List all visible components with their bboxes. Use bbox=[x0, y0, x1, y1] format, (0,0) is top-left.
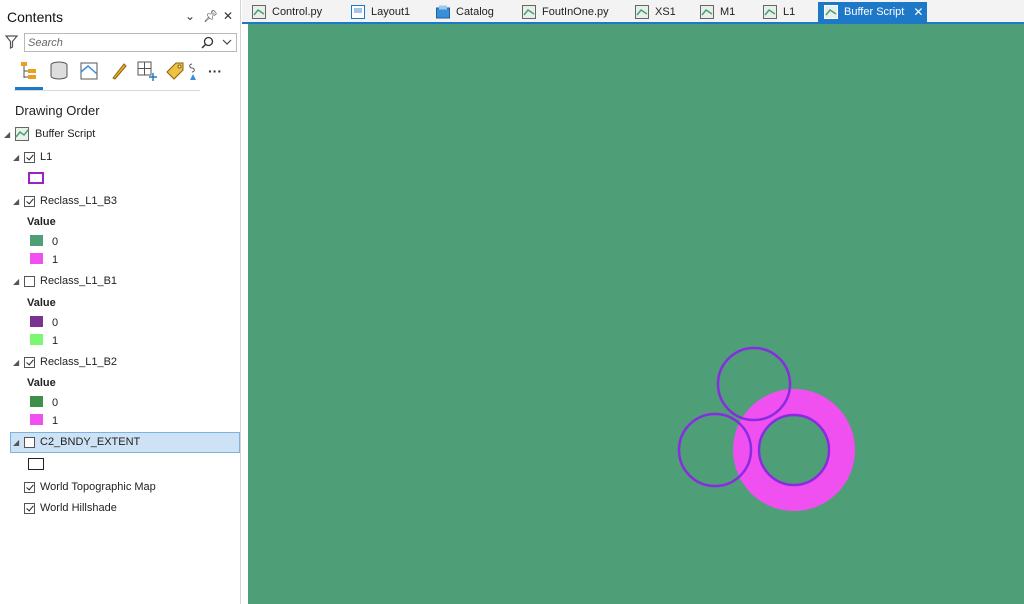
search-box bbox=[24, 33, 237, 52]
class-swatch[interactable] bbox=[30, 316, 43, 327]
layer-name: World Topographic Map bbox=[40, 481, 156, 493]
list-by-source-icon[interactable] bbox=[48, 60, 70, 82]
expand-triangle-icon[interactable]: ◢ bbox=[13, 197, 21, 206]
expand-triangle-icon[interactable]: ◢ bbox=[13, 153, 21, 162]
value-heading: Value bbox=[27, 297, 56, 309]
layer-name: World Hillshade bbox=[40, 502, 117, 514]
drawing-order-heading: Drawing Order bbox=[15, 103, 100, 118]
list-by-editing-icon[interactable] bbox=[108, 60, 130, 82]
map-icon bbox=[700, 5, 714, 19]
expand-triangle-icon[interactable]: ◢ bbox=[13, 438, 21, 447]
layer-visibility-checkbox[interactable] bbox=[24, 436, 35, 448]
list-by-drawing-order-icon[interactable] bbox=[18, 60, 40, 82]
map-icon bbox=[635, 5, 649, 19]
layer-name: Reclass_L1_B2 bbox=[40, 356, 118, 368]
layer-row-world-topographic[interactable]: World Topographic Map bbox=[24, 478, 156, 496]
class-label: 1 bbox=[52, 335, 59, 347]
class-label: 0 bbox=[52, 236, 59, 248]
tab-label: FoutInOne.py bbox=[542, 6, 609, 18]
map-icon bbox=[15, 127, 29, 141]
tab-label: M1 bbox=[720, 6, 736, 18]
layer-row-l1[interactable]: ◢ L1 bbox=[13, 148, 52, 166]
map-icon bbox=[763, 5, 777, 19]
contents-pane: Contents ⌄ 📌︎ ✕ Search ··· Drawing Order… bbox=[0, 0, 241, 604]
class-label: 0 bbox=[52, 397, 59, 409]
map-node[interactable]: ◢ Buffer Script bbox=[4, 125, 95, 143]
search-icon[interactable] bbox=[201, 36, 214, 49]
list-by-snapping-icon[interactable] bbox=[136, 60, 158, 82]
layer-visibility-checkbox[interactable] bbox=[24, 356, 35, 368]
more-options-icon[interactable]: ··· bbox=[208, 63, 222, 79]
python-script-icon bbox=[252, 5, 266, 19]
tab-label: Control.py bbox=[272, 6, 323, 18]
close-icon[interactable]: ✕ bbox=[222, 8, 234, 24]
tab-foutinone-py[interactable]: FoutInOne.py bbox=[522, 2, 609, 22]
tab-layout1[interactable]: Layout1 bbox=[351, 2, 410, 22]
list-by-selection-icon[interactable] bbox=[78, 60, 100, 82]
class-swatch[interactable] bbox=[30, 396, 43, 407]
class-label: 1 bbox=[52, 254, 59, 266]
class-swatch[interactable] bbox=[30, 414, 43, 425]
tab-label: Buffer Script bbox=[844, 6, 905, 18]
expand-triangle-icon[interactable]: ◢ bbox=[4, 130, 12, 139]
map-view[interactable] bbox=[248, 24, 1024, 604]
pane-controls: ⌄ 📌︎ ✕ bbox=[184, 8, 234, 24]
layer-name: L1 bbox=[40, 151, 53, 163]
layer-name: C2_BNDY_EXTENT bbox=[40, 436, 141, 448]
pin-icon[interactable]: 📌︎ bbox=[203, 8, 218, 24]
map-name: Buffer Script bbox=[35, 128, 96, 140]
list-by-labeling-icon[interactable] bbox=[164, 60, 186, 82]
tab-label: XS1 bbox=[655, 6, 676, 18]
tab-m1[interactable]: M1 bbox=[700, 2, 735, 22]
layer-visibility-checkbox[interactable] bbox=[24, 275, 35, 287]
tab-l1[interactable]: L1 bbox=[763, 2, 795, 22]
chevron-down-icon[interactable] bbox=[222, 37, 232, 47]
layer-visibility-checkbox[interactable] bbox=[24, 195, 35, 207]
map-canvas[interactable] bbox=[248, 24, 1024, 604]
layer-name: Reclass_L1_B3 bbox=[40, 195, 118, 207]
class-label: 1 bbox=[52, 415, 59, 427]
tab-control-py[interactable]: Control.py bbox=[252, 2, 322, 22]
pane-title: Contents bbox=[7, 9, 64, 25]
buffer-ring-center[interactable] bbox=[757, 413, 831, 487]
symbol-swatch[interactable] bbox=[28, 458, 44, 470]
layout-icon bbox=[351, 5, 365, 19]
layer-visibility-checkbox[interactable] bbox=[24, 151, 35, 163]
expand-triangle-icon[interactable]: ◢ bbox=[13, 277, 21, 286]
layer-visibility-checkbox[interactable] bbox=[24, 481, 35, 493]
tab-label: Layout1 bbox=[371, 6, 411, 18]
tab-buffer-script[interactable]: Buffer Script ✕ bbox=[818, 2, 928, 22]
symbol-swatch[interactable] bbox=[28, 172, 44, 184]
expand-triangle-icon[interactable]: ◢ bbox=[13, 358, 21, 367]
value-heading: Value bbox=[27, 216, 56, 228]
catalog-icon bbox=[436, 5, 450, 19]
tab-label: L1 bbox=[783, 6, 796, 18]
contents-toolbar: ··· bbox=[14, 60, 234, 90]
layer-name: Reclass_L1_B1 bbox=[40, 275, 118, 287]
layer-row-c2-bndy-extent[interactable]: ◢ C2_BNDY_EXTENT bbox=[13, 433, 140, 451]
chevron-down-icon[interactable]: ⌄ bbox=[184, 8, 196, 24]
filter-icon[interactable] bbox=[5, 35, 18, 49]
python-script-icon bbox=[522, 5, 536, 19]
layer-row-reclass-b2[interactable]: ◢ Reclass_L1_B2 bbox=[13, 353, 117, 371]
search-input[interactable] bbox=[28, 35, 198, 50]
layer-visibility-checkbox[interactable] bbox=[24, 502, 35, 514]
list-by-perspective-icon[interactable] bbox=[188, 60, 198, 82]
layer-row-reclass-b3[interactable]: ◢ Reclass_L1_B3 bbox=[13, 192, 117, 210]
value-heading: Value bbox=[27, 377, 56, 389]
layer-row-world-hillshade[interactable]: World Hillshade bbox=[24, 499, 117, 517]
layer-row-reclass-b1[interactable]: ◢ Reclass_L1_B1 bbox=[13, 272, 117, 290]
class-swatch[interactable] bbox=[30, 253, 43, 264]
map-icon bbox=[824, 5, 838, 19]
close-icon[interactable]: ✕ bbox=[913, 5, 923, 19]
tab-catalog[interactable]: Catalog bbox=[436, 2, 494, 22]
tab-xs1[interactable]: XS1 bbox=[635, 2, 676, 22]
class-swatch[interactable] bbox=[30, 334, 43, 345]
tab-label: Catalog bbox=[456, 6, 494, 18]
class-label: 0 bbox=[52, 317, 59, 329]
view-tab-bar: Control.py Layout1 Catalog FoutInOne.py … bbox=[242, 0, 1024, 24]
toolbar-divider bbox=[14, 90, 200, 91]
class-swatch[interactable] bbox=[30, 235, 43, 246]
